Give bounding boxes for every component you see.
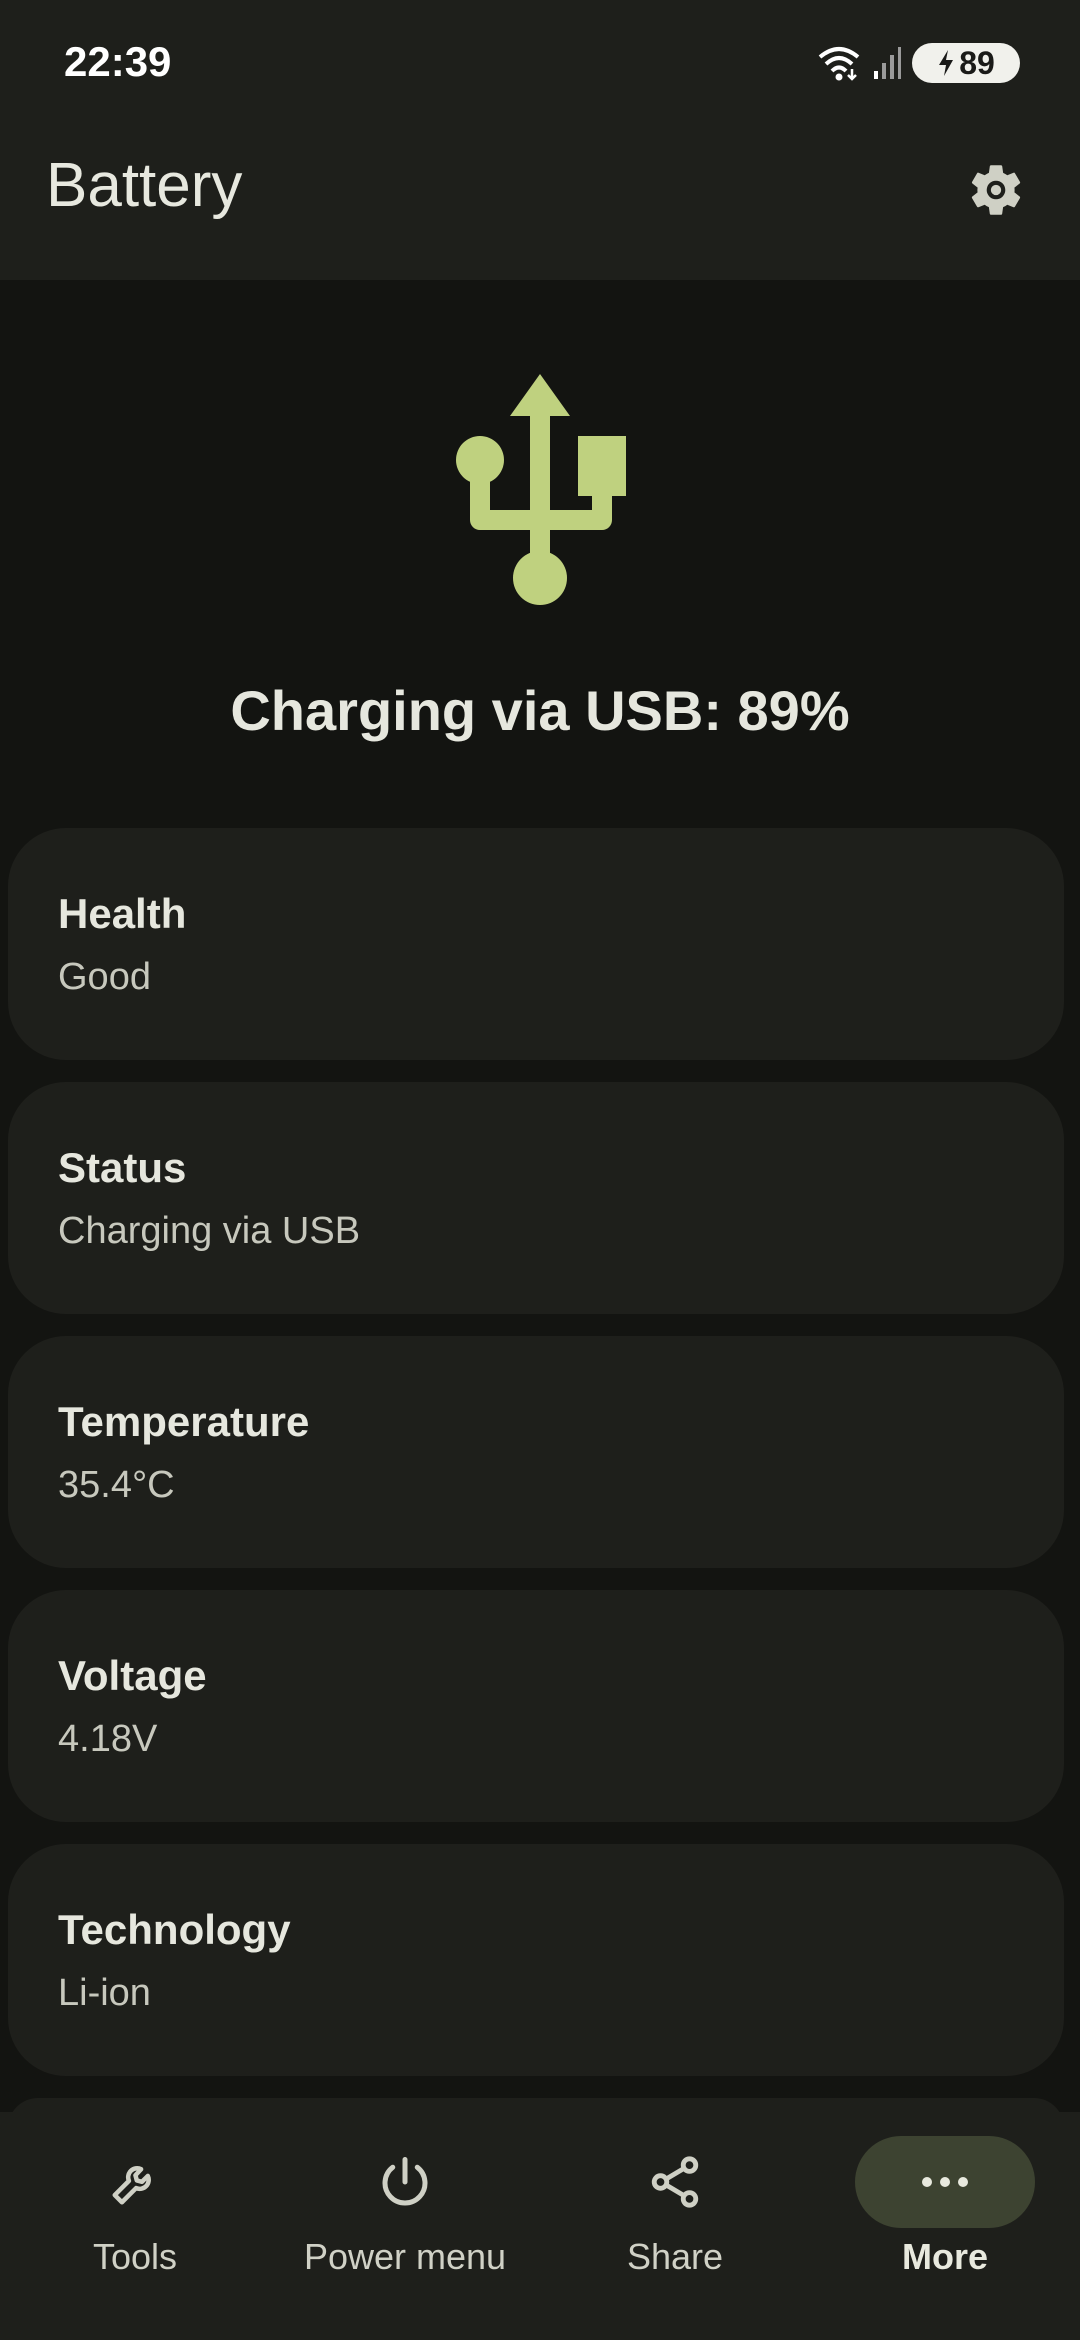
card-value: Li-ion (58, 1971, 151, 2014)
nav-icon-container (45, 2136, 225, 2228)
top-app-bar: 22:39 89 Battery (0, 0, 1080, 280)
nav-share[interactable]: Share (540, 2112, 810, 2278)
power-icon (382, 2157, 428, 2206)
nav-icon-container (855, 2136, 1035, 2228)
usb-icon (456, 374, 626, 605)
signal-icon (874, 47, 901, 79)
info-card-list: Health Good Status Charging via USB Temp… (8, 828, 1064, 2180)
charging-headline: Charging via USB: 89% (230, 679, 850, 742)
nav-label: More (901, 2236, 988, 2277)
technology-card: Technology Li-ion (8, 1844, 1064, 2076)
nav-label: Power menu (303, 2236, 507, 2277)
card-label: Temperature (58, 1397, 310, 1445)
card-value: Charging via USB (58, 1209, 361, 1252)
more-horizontal-icon (922, 2177, 968, 2187)
nav-label: Tools (92, 2236, 178, 2277)
nav-icon-container (585, 2136, 765, 2228)
charging-bolt-icon (939, 50, 954, 76)
gear-icon (971, 165, 1021, 215)
temperature-card: Temperature 35.4°C (8, 1336, 1064, 1568)
wrench-icon (112, 2166, 151, 2205)
card-value: 4.18V (58, 1717, 158, 1760)
page-title: Battery (46, 151, 243, 220)
status-time: 22:39 (64, 38, 172, 85)
nav-tools[interactable]: Tools (0, 2112, 270, 2278)
voltage-card: Voltage 4.18V (8, 1590, 1064, 1822)
card-value: Good (58, 955, 151, 998)
nav-icon-container (315, 2136, 495, 2228)
wifi-icon (818, 47, 860, 81)
settings-button[interactable] (956, 150, 1036, 230)
card-value: 35.4°C (58, 1463, 175, 1506)
card-label: Voltage (58, 1651, 207, 1699)
battery-indicator: 89 (912, 43, 1020, 83)
card-label: Technology (58, 1905, 291, 1953)
share-icon (651, 2156, 699, 2208)
battery-level-text: 89 (959, 44, 995, 81)
card-label: Health (58, 889, 187, 937)
status-card: Status Charging via USB (8, 1082, 1064, 1314)
nav-power-menu[interactable]: Power menu (270, 2112, 540, 2278)
status-icons: 89 (816, 40, 1020, 86)
nav-more[interactable]: More (810, 2112, 1080, 2278)
card-label: Status (58, 1143, 187, 1191)
nav-label: Share (626, 2236, 724, 2277)
health-card: Health Good (8, 828, 1064, 1060)
bottom-navigation: Tools Power menu Share More (0, 2112, 1080, 2340)
